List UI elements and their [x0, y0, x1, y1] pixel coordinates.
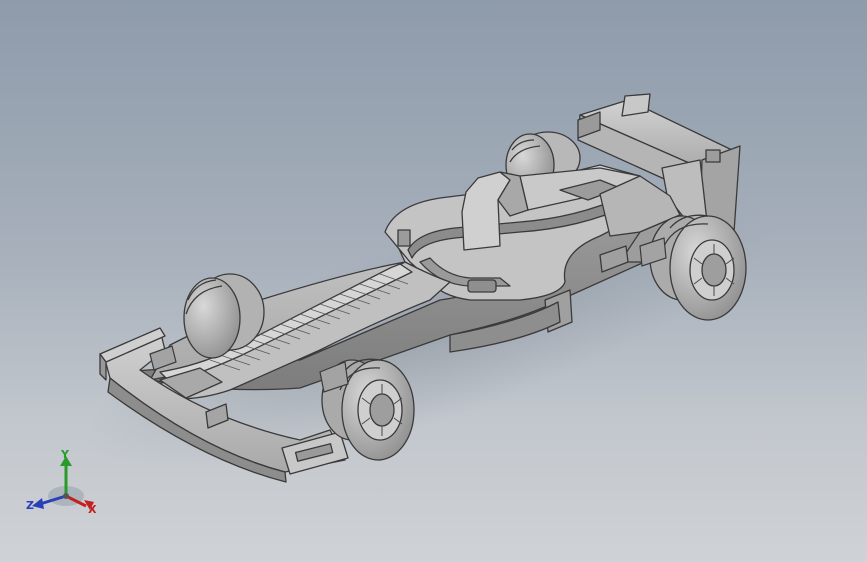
triad-origin [63, 493, 69, 499]
triad-z-label: Z [26, 499, 34, 512]
triad-y-label: Y [61, 448, 69, 461]
triad-x-label: X [88, 503, 97, 516]
reference-triad: Y X Z [24, 446, 106, 524]
f1-car-model[interactable] [0, 0, 867, 562]
graphics-viewport[interactable]: Y X Z [0, 0, 867, 562]
